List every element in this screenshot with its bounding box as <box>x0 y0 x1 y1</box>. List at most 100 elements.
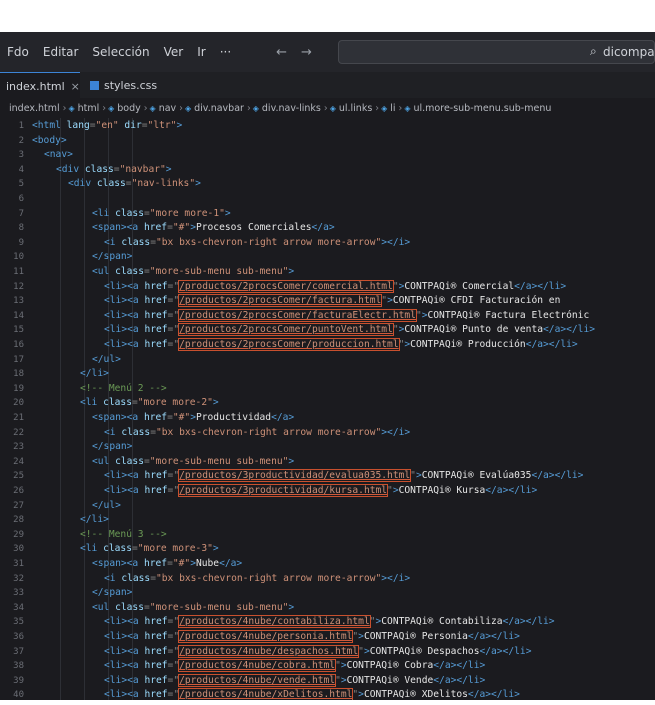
file-link[interactable]: /productos/4nube/despachos.html <box>178 644 360 658</box>
code-line[interactable]: 19 <!-- Menú 2 --> <box>0 381 655 397</box>
code-line[interactable]: 16 <li><a href="/productos/2procsComer/pr… <box>0 337 655 353</box>
file-link[interactable]: /productos/2procsComer/produccion.html <box>178 338 400 351</box>
code-line[interactable]: 17 </ul> <box>0 352 655 368</box>
code-content: <ul class="more-sub-menu sub-menu"> <box>92 600 294 616</box>
tab-index-html[interactable]: index.html × <box>0 72 80 99</box>
code-editor[interactable]: 1 <html lang="en" dir="ltr"> 2 <body> 3 <nav>… <box>0 118 655 700</box>
code-content: <li><a href="/productos/4nube/vende.html… <box>104 673 485 689</box>
line-number: 32 <box>13 573 24 584</box>
code-line[interactable]: 24 <ul class="more-sub-menu sub-menu"> <box>0 454 655 470</box>
code-line[interactable]: 9 <i class="bx bxs-chevron-right arrow mo… <box>0 235 655 251</box>
file-link[interactable]: /productos/3productividad/evalua035.html <box>178 469 412 483</box>
code-content: <i class="bx bxs-chevron-right arrow mor… <box>104 235 410 251</box>
code-line[interactable]: 11 <ul class="more-sub-menu sub-menu"> <box>0 264 655 280</box>
menu-item-edit[interactable]: Editar <box>36 45 86 59</box>
breadcrumb-item[interactable]: html <box>77 103 101 114</box>
code-line[interactable]: 39 <li><a href="/productos/4nube/vende.ht… <box>0 673 655 689</box>
code-line[interactable]: 15 <li><a href="/productos/2procsComer/pu… <box>0 322 655 338</box>
code-line[interactable]: 34 <ul class="more-sub-menu sub-menu"> <box>0 600 655 616</box>
code-token: "#" <box>172 222 191 234</box>
menu-overflow-button[interactable]: ··· <box>213 45 238 59</box>
forward-arrow-icon[interactable]: → <box>301 45 312 60</box>
code-line[interactable]: 1 <html lang="en" dir="ltr"> <box>0 118 655 134</box>
code-line[interactable]: 20 <li class="more more-2"> <box>0 395 655 411</box>
code-line[interactable]: 27 </ul> <box>0 498 655 514</box>
code-token: "more more-1" <box>149 207 225 219</box>
file-link[interactable]: /productos/4nube/contabiliza.html <box>178 615 371 629</box>
breadcrumb-item[interactable]: ul.links <box>338 103 373 114</box>
code-line[interactable]: 40 <li><a href="/productos/4nube/xDelitos… <box>0 687 655 700</box>
code-line[interactable]: 6 <box>0 191 655 207</box>
code-token: href <box>143 558 168 569</box>
code-token: </a></li> <box>479 645 532 657</box>
code-line[interactable]: 31 <span><a href="#">Nube</a> <box>0 556 655 572</box>
breadcrumb-item[interactable]: ul.more-sub-menu.sub-menu <box>413 103 553 114</box>
breadcrumb-item[interactable]: div.navbar <box>193 103 245 114</box>
code-line[interactable]: 3 <nav> <box>0 147 655 163</box>
code-line[interactable]: 30 <li class="more more-3"> <box>0 541 655 557</box>
code-line[interactable]: 32 <i class="bx bxs-chevron-right arrow m… <box>0 571 655 587</box>
code-content: <li><a href="/productos/4nube/cobra.html… <box>104 658 485 674</box>
code-line[interactable]: 10 </span> <box>0 249 655 265</box>
menu-item-file[interactable]: Fdo <box>0 45 36 59</box>
code-line[interactable]: 33 </span> <box>0 585 655 601</box>
close-icon[interactable]: × <box>71 80 80 93</box>
code-line[interactable]: 28 </li> <box>0 512 655 528</box>
file-link[interactable]: /productos/2procsComer/puntoVent.html <box>178 323 394 337</box>
file-link[interactable]: /productos/4nube/cobra.html <box>178 659 337 673</box>
file-link[interactable]: /productos/4nube/personia.html <box>178 630 354 643</box>
file-link[interactable]: /productos/2procsComer/comercial.html <box>178 279 394 293</box>
file-link[interactable]: /productos/4nube/xDelitos.html <box>178 688 354 700</box>
back-arrow-icon[interactable]: ← <box>276 45 287 60</box>
code-token: <li><a <box>104 616 145 628</box>
command-search-box[interactable]: ⌕ dicompa <box>338 40 655 64</box>
line-number: 33 <box>13 588 24 599</box>
code-line[interactable]: 7 <li class="more more-1"> <box>0 206 655 222</box>
menu-item-view[interactable]: Ver <box>157 45 191 59</box>
file-link[interactable]: /productos/3productividad/kursa.html <box>178 484 389 497</box>
line-number: 39 <box>13 675 24 686</box>
code-token: href <box>143 222 168 234</box>
code-token: <span><a <box>92 558 144 569</box>
code-token: CONTPAQi® Producción <box>410 339 526 350</box>
code-line[interactable]: 18 </li> <box>0 366 655 382</box>
breadcrumb-item[interactable]: nav <box>158 103 177 114</box>
code-line[interactable]: 2 <body> <box>0 133 655 149</box>
code-line[interactable]: 26 <li><a href="/productos/3productividad… <box>0 483 655 499</box>
code-token: class <box>103 543 132 555</box>
code-token: > <box>288 266 295 277</box>
breadcrumb-item[interactable]: body <box>116 103 142 114</box>
file-link[interactable]: /productos/2procsComer/factura.html <box>178 294 383 308</box>
code-line[interactable]: 5 <div class="nav-links"> <box>0 176 655 192</box>
line-number: 15 <box>13 325 24 336</box>
code-content: <li class="more more-3"> <box>80 541 219 557</box>
code-line[interactable]: 38 <li><a href="/productos/4nube/cobra.ht… <box>0 658 655 674</box>
code-line[interactable]: 13 <li><a href="/productos/2procsComer/fa… <box>0 293 655 309</box>
code-line[interactable]: 29 <!-- Menú 3 --> <box>0 527 655 543</box>
code-line[interactable]: 23 </span> <box>0 439 655 455</box>
breadcrumb-item[interactable]: div.nav-links <box>261 103 322 114</box>
code-line[interactable]: 8 <span><a href="#">Procesos Comerciales<… <box>0 220 655 236</box>
element-icon: ◈ <box>149 103 156 113</box>
code-line[interactable]: 35 <li><a href="/productos/4nube/contabil… <box>0 614 655 630</box>
code-line[interactable]: 21 <span><a href="#">Productividad</a> <box>0 410 655 426</box>
menu-item-selection[interactable]: Selección <box>85 45 156 59</box>
code-line[interactable]: 37 <li><a href="/productos/4nube/despacho… <box>0 644 655 660</box>
code-line[interactable]: 14 <li><a href="/productos/2procsComer/fa… <box>0 308 655 324</box>
menu-item-go[interactable]: Ir <box>190 45 212 59</box>
breadcrumb-item[interactable]: li <box>389 103 396 114</box>
breadcrumb-item[interactable]: index.html <box>8 103 61 114</box>
file-link[interactable]: /productos/2procsComer/facturaElectr.htm… <box>178 308 417 322</box>
code-line[interactable]: 12 <li><a href="/productos/2procsComer/co… <box>0 279 655 295</box>
file-link[interactable]: /productos/4nube/vende.html <box>178 673 337 687</box>
code-token: </ul> <box>92 499 121 511</box>
code-line[interactable]: 25 <li><a href="/productos/3productividad… <box>0 468 655 484</box>
code-line[interactable]: 22 <i class="bx bxs-chevron-right arrow m… <box>0 425 655 441</box>
code-line[interactable]: 4 <div class="navbar"> <box>0 162 655 178</box>
tab-styles-css[interactable]: styles.css <box>84 72 163 98</box>
code-token: <nav> <box>44 149 73 161</box>
line-number: 9 <box>18 237 24 248</box>
code-line[interactable]: 36 <li><a href="/productos/4nube/personia… <box>0 629 655 645</box>
line-number: 6 <box>18 194 24 204</box>
code-content: <!-- Menú 2 --> <box>80 381 167 397</box>
